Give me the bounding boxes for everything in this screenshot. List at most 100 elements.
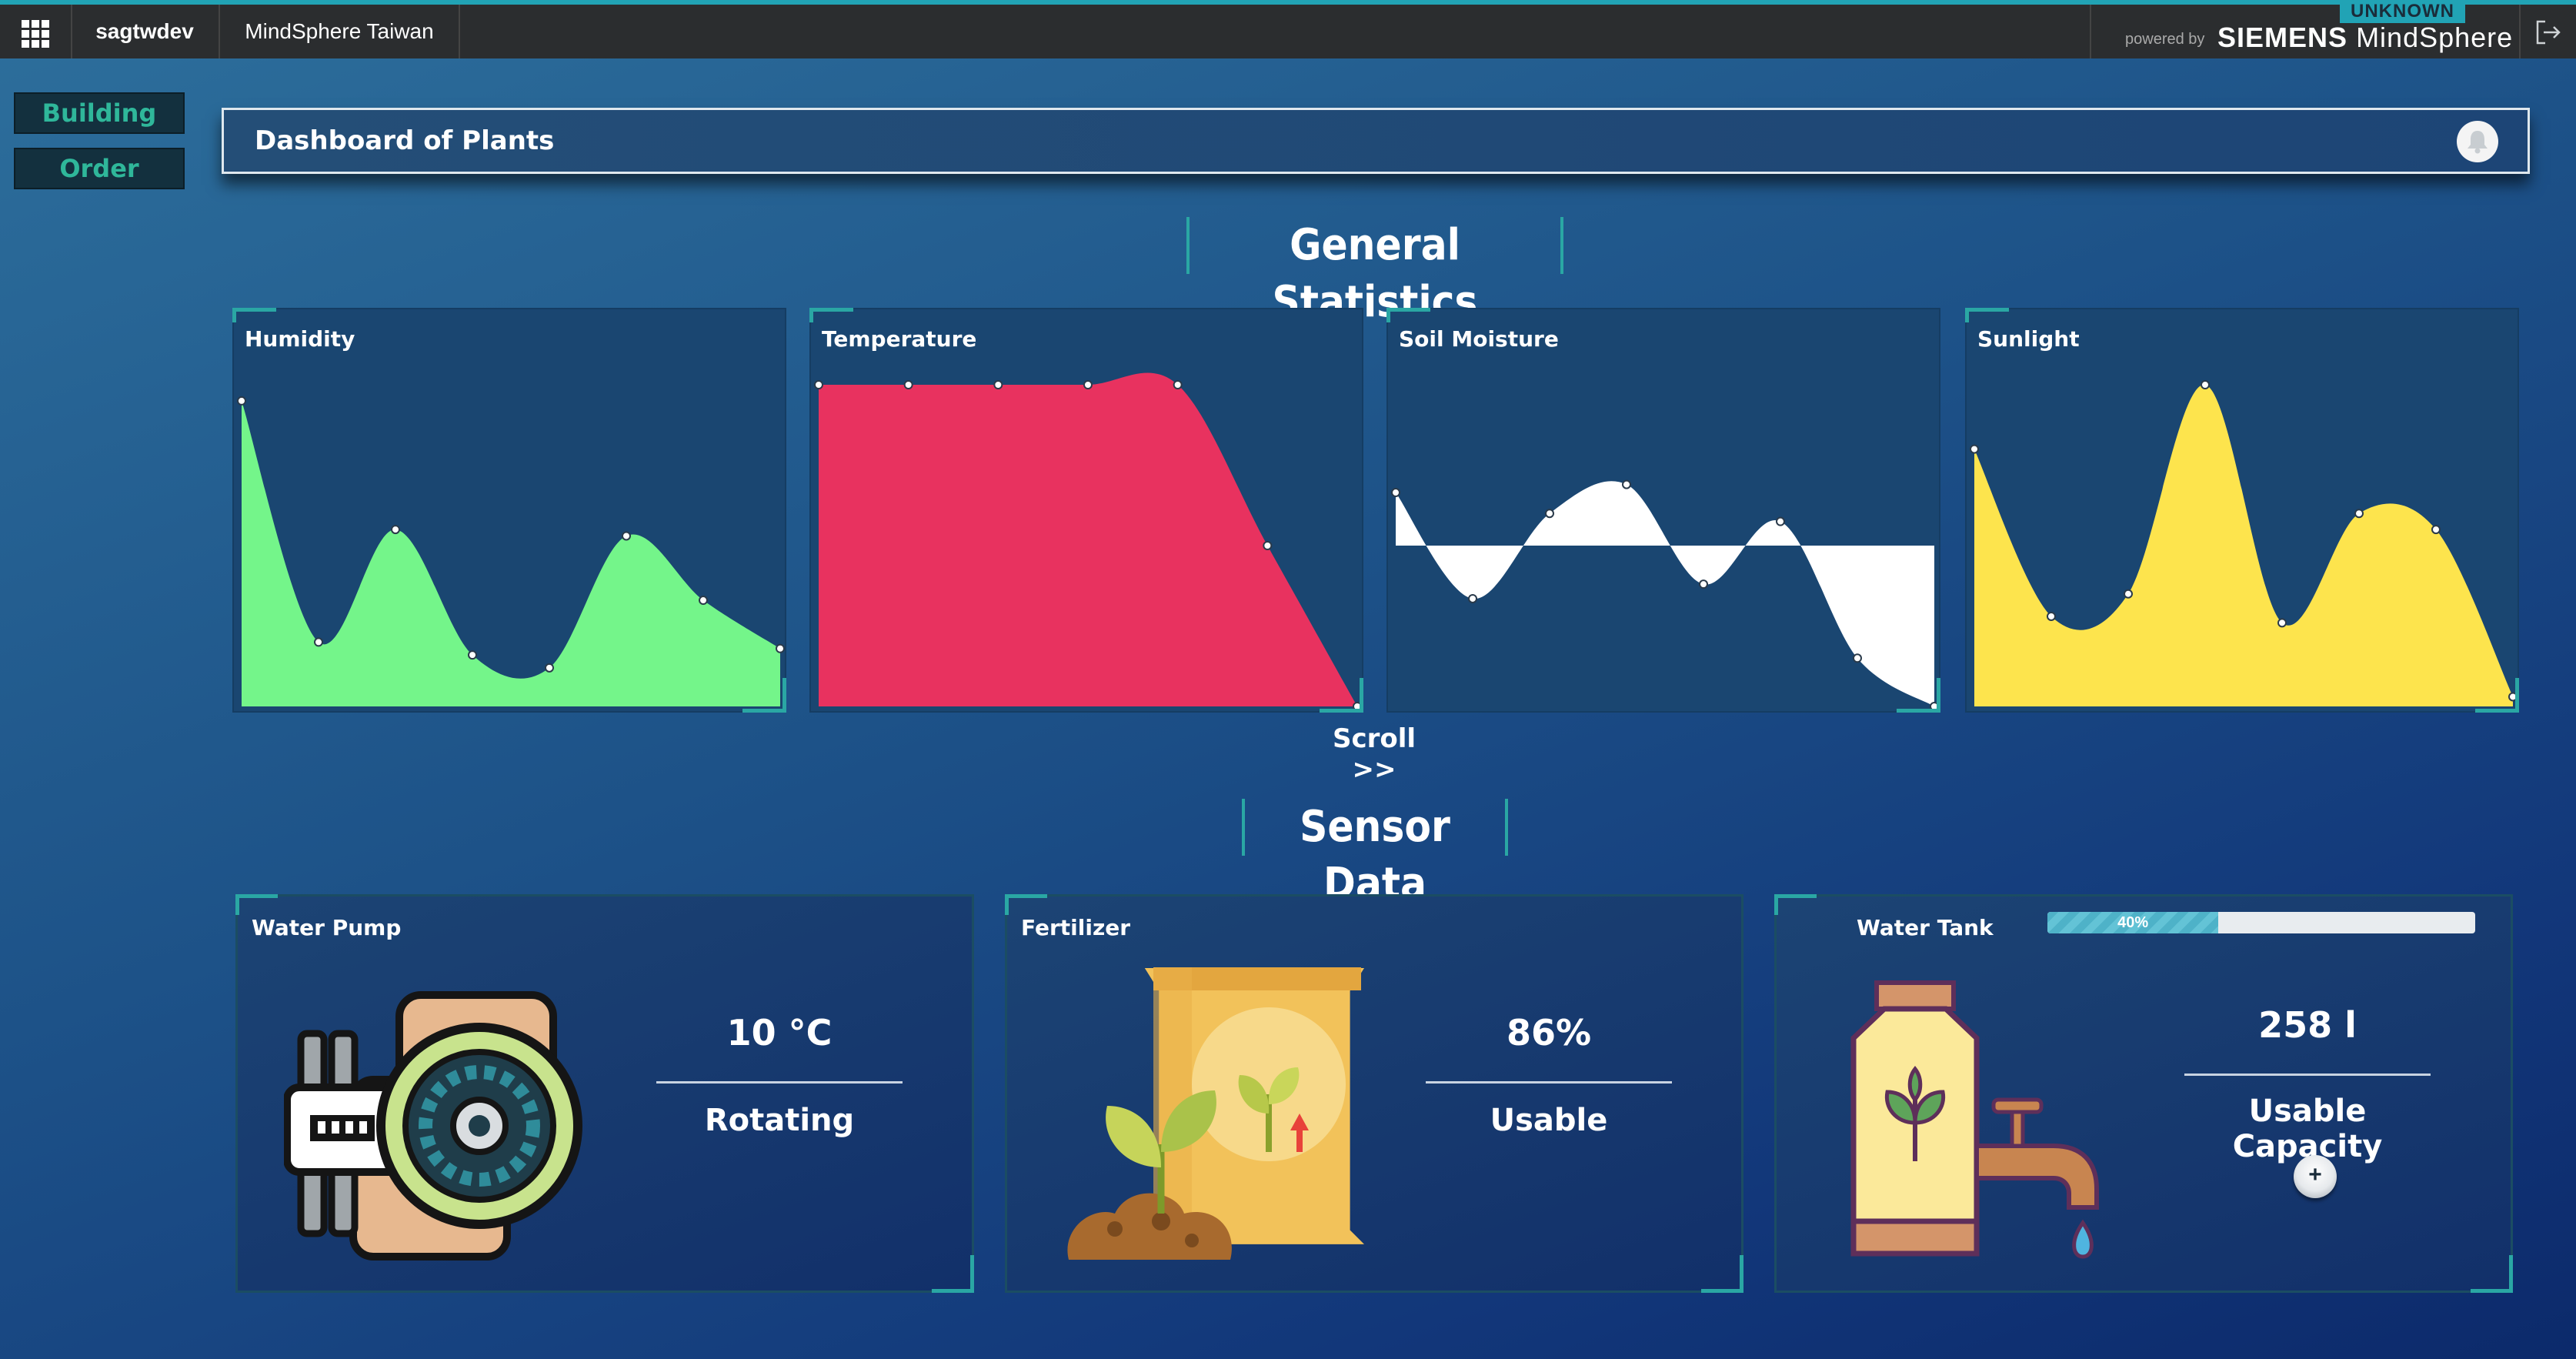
- scroll-link[interactable]: Scroll >>: [1308, 723, 1440, 785]
- data-point[interactable]: [993, 380, 1003, 389]
- powered-by-label: powered by: [2125, 31, 2205, 48]
- progress-text: 40%: [2117, 914, 2149, 931]
- plus-icon: +: [2308, 1162, 2322, 1187]
- chart-title: Temperature: [822, 326, 977, 352]
- data-point[interactable]: [699, 596, 708, 606]
- corner-accent: [809, 308, 853, 322]
- corner-accent: [932, 1255, 974, 1293]
- area-series: [242, 400, 780, 706]
- data-point[interactable]: [237, 396, 246, 406]
- tenant-name[interactable]: sagtwdev: [71, 5, 220, 58]
- data-point[interactable]: [903, 380, 913, 389]
- water-pump-icon: [284, 991, 582, 1260]
- apps-grid-icon: [22, 20, 49, 48]
- water-tank-card: Water Tank 40% 258 l Usable Capacity +: [1774, 894, 2513, 1293]
- area-series: [819, 372, 1357, 706]
- water-tank-value: 258 l: [2258, 1004, 2357, 1046]
- humidity-chart: [237, 396, 785, 706]
- sunlight-chart: [1970, 380, 2518, 706]
- data-point[interactable]: [391, 525, 400, 535]
- data-point[interactable]: [776, 643, 785, 653]
- data-point[interactable]: [2277, 618, 2287, 628]
- fertilizer-label: Fertilizer: [1021, 915, 1131, 940]
- data-point[interactable]: [622, 531, 631, 541]
- data-point[interactable]: [1263, 541, 1273, 550]
- corner-accent: [1386, 308, 1430, 322]
- environment-badge: UNKNOWN: [2340, 0, 2465, 23]
- water-pump-status: Rotating: [704, 1103, 855, 1138]
- data-point[interactable]: [2354, 509, 2364, 519]
- top-bar: sagtwdev MindSphere Taiwan UNKNOWN power…: [0, 0, 2576, 58]
- corner-accent: [232, 308, 276, 322]
- corner-accent: [742, 678, 786, 713]
- logout-icon: [2536, 20, 2561, 45]
- notification-button[interactable]: [2457, 121, 2498, 162]
- divider: [656, 1081, 903, 1084]
- brand-product: MindSphere: [2356, 22, 2514, 53]
- siemens-mindsphere-logo: SIEMENS MindSphere: [2217, 22, 2513, 54]
- divider: [1426, 1081, 1672, 1084]
- soil-moisture-chart: [1391, 479, 1939, 711]
- logout-button[interactable]: [2519, 5, 2576, 58]
- data-point[interactable]: [814, 380, 823, 389]
- data-point[interactable]: [2431, 525, 2441, 535]
- data-point[interactable]: [2124, 589, 2133, 599]
- data-point[interactable]: [1468, 593, 1477, 603]
- data-point[interactable]: [1391, 488, 1400, 498]
- data-point[interactable]: [1173, 380, 1183, 389]
- area-series: [1974, 384, 2513, 706]
- area-series: [1396, 481, 1934, 706]
- sensor-data-title: Sensor Data: [1242, 799, 1508, 909]
- order-button[interactable]: Order: [14, 148, 185, 189]
- water-tank-label: Water Tank: [1857, 915, 1994, 940]
- soil-moisture-chart-card: Soil Moisture: [1386, 308, 1940, 713]
- general-statistics-title: General Statistics: [1186, 217, 1563, 327]
- brand-siemens: SIEMENS: [2217, 22, 2348, 53]
- fertilizer-status: Usable: [1490, 1103, 1608, 1138]
- data-point[interactable]: [314, 637, 323, 647]
- add-water-button[interactable]: +: [2294, 1155, 2337, 1198]
- chart-title: Sunlight: [1977, 326, 2080, 352]
- data-point[interactable]: [1970, 444, 1979, 454]
- data-point[interactable]: [1622, 479, 1631, 489]
- water-tank-icon: [1850, 980, 2099, 1259]
- building-button[interactable]: Building: [14, 92, 185, 134]
- corner-accent: [2475, 678, 2519, 713]
- data-point[interactable]: [1776, 516, 1785, 526]
- corner-accent: [235, 894, 278, 915]
- page-title: Dashboard of Plants: [255, 125, 555, 156]
- humidity-chart-card: Humidity: [232, 308, 786, 713]
- corner-accent: [1005, 894, 1047, 915]
- corner-accent: [1897, 678, 1940, 713]
- app-name[interactable]: MindSphere Taiwan: [220, 5, 460, 58]
- data-point[interactable]: [2201, 380, 2210, 389]
- corner-accent: [1701, 1255, 1743, 1293]
- data-point[interactable]: [2047, 611, 2056, 621]
- data-point[interactable]: [1699, 579, 1708, 589]
- app-launcher-button[interactable]: [0, 5, 72, 58]
- data-point[interactable]: [545, 663, 554, 673]
- corner-accent: [2471, 1255, 2513, 1293]
- bell-icon: [2468, 131, 2488, 154]
- sunlight-chart-card: Sunlight: [1965, 308, 2519, 713]
- data-point[interactable]: [468, 650, 477, 660]
- corner-accent: [1320, 678, 1363, 713]
- temperature-chart-card: Temperature: [809, 308, 1363, 713]
- water-pump-card: Water Pump 10 °C Rotating: [235, 894, 974, 1293]
- corner-accent: [1965, 308, 2009, 322]
- fertilizer-value: 86%: [1506, 1012, 1592, 1053]
- data-point[interactable]: [1853, 653, 1862, 663]
- fertilizer-bag-icon: [1067, 967, 1364, 1260]
- water-pump-label: Water Pump: [252, 915, 402, 940]
- data-point[interactable]: [1545, 509, 1554, 519]
- chart-title: Soil Moisture: [1399, 326, 1559, 352]
- data-point[interactable]: [1083, 380, 1093, 389]
- temperature-chart: [814, 372, 1362, 711]
- water-pump-value: 10 °C: [726, 1012, 833, 1053]
- chart-title: Humidity: [245, 326, 355, 352]
- brand-area: UNKNOWN powered by SIEMENS MindSphere: [2090, 0, 2522, 58]
- fertilizer-card: Fertilizer 86% Usable: [1005, 894, 1743, 1293]
- divider: [2184, 1074, 2431, 1076]
- water-tank-progress-bar: 40%: [2047, 912, 2475, 933]
- corner-accent: [1774, 894, 1817, 915]
